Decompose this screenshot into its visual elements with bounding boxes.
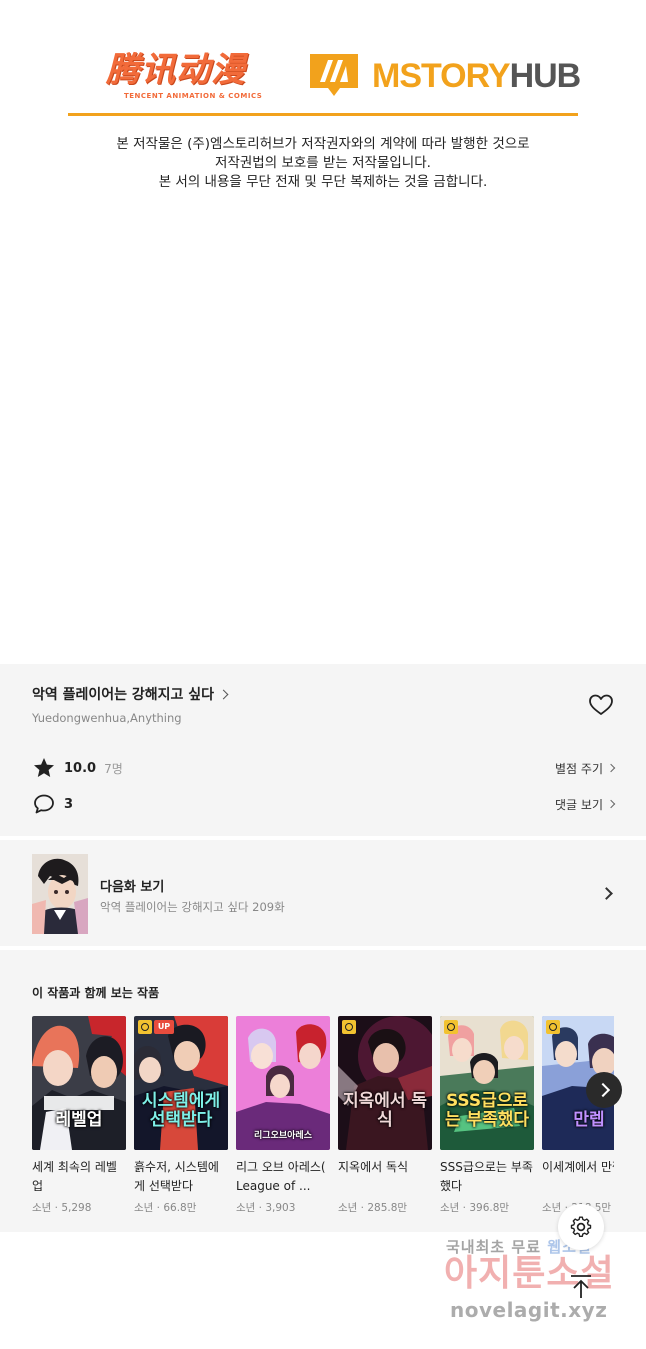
watermark-tagline-text: 국내최초 무료 — [446, 1238, 542, 1256]
copyright-banner: 腾讯动漫 TENCENT ANIMATION & COMICS MSTORYHU… — [0, 0, 646, 664]
cover-title-art: 만렙 — [573, 1110, 605, 1130]
carousel-next-button[interactable] — [586, 1072, 622, 1108]
recommendation-card[interactable]: 리그오브아레스 리그 오브 아레스( League of ... 소년 · 3,… — [236, 1016, 330, 1215]
work-title: 악역 플레이어는 강해지고 싶다 — [32, 687, 215, 703]
comment-count: 3 — [64, 796, 74, 812]
card-meta: 소년 · 5,298 — [32, 1202, 92, 1214]
cover-image: 시스템에게 선택받다 UP — [134, 1016, 228, 1150]
next-episode-subtitle: 악역 플레이어는 강해지고 싶다 209화 — [100, 900, 285, 914]
arrow-up-icon — [571, 1275, 591, 1298]
tencent-logo-text: 腾讯动漫 — [106, 50, 246, 90]
work-authors: Yuedongwenhua,Anything — [32, 711, 182, 725]
card-title: SSS급으로는 부족했다 — [440, 1160, 533, 1193]
gear-icon — [570, 1216, 592, 1238]
star-icon — [34, 758, 54, 777]
rating-value: 10.0 — [64, 760, 97, 776]
rate-button-label: 별점 주기 — [555, 761, 603, 776]
chevron-right-icon — [606, 799, 616, 809]
recommendation-card[interactable]: 만렙 이세계에서 만찍기 소년 · 218.5만 — [542, 1016, 614, 1215]
recommendation-card[interactable]: 지옥에서 독식 지옥에서 독식 소년 · 285.8만 — [338, 1016, 432, 1215]
cover-title-art: 지옥에서 독식 — [342, 1091, 428, 1130]
next-episode-label: 다음화 보기 — [100, 880, 165, 895]
recommendation-card[interactable]: 시스템에게 선택받다 UP 흙수저, 시스템에게 선택받다 소년 · 66.8만 — [134, 1016, 228, 1215]
card-meta: 소년 · 3,903 — [236, 1202, 296, 1214]
tencent-animation-logo: 腾讯动漫 TENCENT ANIMATION & COMICS — [106, 50, 266, 106]
comment-icon — [34, 794, 54, 814]
cover-image: SSS급으로는 부족했다 — [440, 1016, 534, 1150]
clock-icon — [138, 1020, 152, 1034]
clock-icon — [546, 1020, 560, 1034]
clock-icon — [342, 1020, 356, 1034]
mstoryhub-logo: MSTORYHUB — [308, 52, 582, 102]
watermark-url: novelagit.xyz — [450, 1298, 608, 1322]
mstoryhub-logo-mark — [310, 54, 358, 96]
tencent-logo-subtext: TENCENT ANIMATION & COMICS — [124, 92, 263, 100]
cover-image: 리그오브아레스 — [236, 1016, 330, 1150]
rating-row: 10.0 7명 별점 주기 — [32, 756, 616, 780]
next-episode-thumbnail — [32, 854, 88, 934]
rating-count: 7명 — [104, 761, 123, 776]
notice-line: 본 저작물은 (주)엠스토리허브가 저작권자와의 계약에 따라 발행한 것으로 — [116, 136, 530, 152]
mstoryhub-logo-text: MSTORYHUB — [372, 57, 582, 95]
view-comments-label: 댓글 보기 — [555, 797, 603, 812]
divider-line — [68, 113, 578, 116]
cover-image: 지옥에서 독식 — [338, 1016, 432, 1150]
up-badge: UP — [154, 1020, 174, 1034]
notice-line: 본 서의 내용을 무단 전재 및 무단 복제하는 것을 금합니다. — [158, 174, 488, 190]
recommendation-card[interactable]: SSS급으로는 부족했다 SSS급으로는 부족했다 소년 · 396.8만 — [440, 1016, 534, 1215]
mstory-wordmark: MSTORY — [372, 57, 511, 95]
next-episode-button[interactable]: 다음화 보기 악역 플레이어는 강해지고 싶다 209화 — [0, 840, 646, 946]
hub-wordmark: HUB — [509, 57, 582, 95]
cover-title-art: SSS급으로는 부족했다 — [444, 1091, 530, 1130]
chevron-right-icon — [606, 763, 616, 773]
settings-button[interactable] — [558, 1204, 604, 1250]
recommendations-carousel: 레벨업 세계 최속의 레벨업 소년 · 5,298 시스템에게 선택받다 UP … — [32, 1016, 614, 1226]
copyright-notice: 본 저작물은 (주)엠스토리허브가 저작권자와의 계약에 따라 발행한 것으로 … — [0, 135, 646, 192]
card-meta: 소년 · 396.8만 — [440, 1202, 510, 1214]
recommendations-section: 이 작품과 함께 보는 작품 레벨업 세계 최속의 레벨업 소년 · 5,298 — [0, 950, 646, 1232]
clock-icon — [444, 1020, 458, 1034]
publisher-logos: 腾讯动漫 TENCENT ANIMATION & COMICS MSTORYHU… — [68, 46, 582, 116]
cover-title-art: 시스템에게 선택받다 — [141, 1091, 221, 1130]
chevron-right-icon — [600, 887, 613, 900]
work-title-link[interactable]: 악역 플레이어는 강해지고 싶다 — [32, 684, 229, 704]
notice-line: 저작권법의 보호를 받는 저작물입니다. — [215, 155, 431, 171]
cover-image: 레벨업 — [32, 1016, 126, 1150]
rate-button[interactable]: 별점 주기 — [555, 760, 616, 777]
card-title: 지옥에서 독식 — [338, 1160, 409, 1174]
site-watermark: 국내최초 무료 웹소설 아지툰소설 novelagit.xyz — [444, 1232, 634, 1332]
card-title: 흙수저, 시스템에게 선택받다 — [134, 1160, 219, 1193]
card-meta: 소년 · 285.8만 — [338, 1202, 408, 1214]
view-comments-button[interactable]: 댓글 보기 — [555, 796, 616, 813]
recommendations-title: 이 작품과 함께 보는 작품 — [32, 986, 160, 1000]
heart-icon[interactable] — [588, 692, 614, 718]
scroll-to-top-button[interactable] — [566, 1274, 596, 1300]
cover-title-art: 레벨업 — [55, 1110, 103, 1130]
recommendation-card[interactable]: 레벨업 세계 최속의 레벨업 소년 · 5,298 — [32, 1016, 126, 1215]
cover-title-art: 리그오브아레스 — [254, 1131, 312, 1141]
card-meta: 소년 · 66.8만 — [134, 1202, 197, 1214]
card-title: 이세계에서 만찍기 — [542, 1160, 614, 1174]
comment-row: 3 댓글 보기 — [32, 792, 616, 816]
card-title: 리그 오브 아레스( League of ... — [236, 1160, 326, 1193]
work-info-panel: 악역 플레이어는 강해지고 싶다 Yuedongwenhua,Anything … — [0, 664, 646, 836]
card-title: 세계 최속의 레벨업 — [32, 1160, 117, 1193]
chevron-right-icon — [218, 689, 229, 699]
